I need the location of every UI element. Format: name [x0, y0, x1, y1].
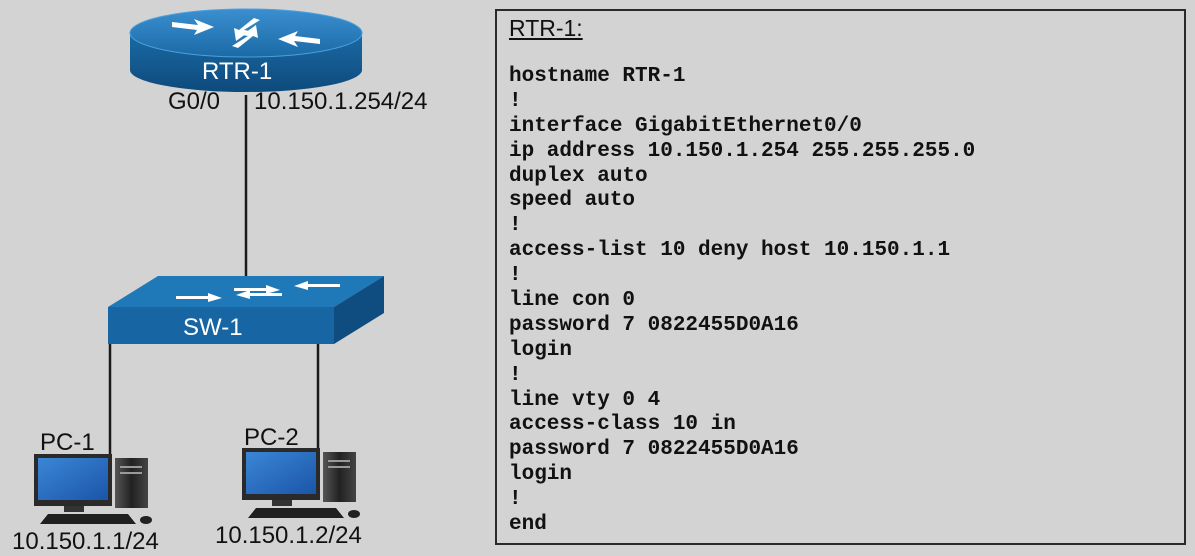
config-title: RTR-1:	[509, 15, 583, 41]
config-line: login	[509, 338, 573, 362]
config-line: access-list 10 deny host 10.150.1.1	[509, 239, 951, 263]
config-line: end	[509, 513, 547, 537]
config-line: login	[509, 463, 573, 487]
switch-name-label: SW-1	[183, 314, 243, 341]
router-ip-label: 10.150.1.254/24	[254, 88, 428, 115]
config-line: line vty 0 4	[509, 388, 661, 412]
config-line: duplex auto	[509, 164, 648, 188]
pc2-icon	[242, 448, 360, 518]
config-line: !	[509, 89, 522, 113]
config-panel: RTR-1: hostname RTR-1 ! interface Gigabi…	[495, 9, 1186, 545]
config-line: password 7 0822455D0A16	[509, 313, 799, 337]
config-line: !	[509, 264, 522, 288]
pc2-ip-label: 10.150.1.2/24	[215, 522, 362, 549]
links	[108, 95, 320, 455]
config-line: !	[509, 214, 522, 238]
config-line: ip address 10.150.1.254 255.255.255.0	[509, 139, 976, 163]
router-interface-label: G0/0	[168, 88, 221, 115]
config-line: line con 0	[509, 289, 636, 313]
config-line: !	[509, 363, 522, 387]
config-line: interface GigabitEthernet0/0	[509, 114, 862, 138]
pc2-name-label: PC-2	[244, 424, 299, 451]
config-line: access-class 10 in	[509, 413, 736, 437]
pc1-name-label: PC-1	[40, 429, 95, 456]
switch-icon	[108, 276, 384, 344]
config-lines: hostname RTR-1 ! interface GigabitEthern…	[509, 65, 975, 538]
config-line: hostname RTR-1	[509, 65, 686, 88]
config-line: password 7 0822455D0A16	[509, 438, 799, 462]
config-line: !	[509, 488, 522, 512]
router-name-label: RTR-1	[202, 58, 273, 85]
config-line: speed auto	[509, 189, 636, 213]
pc1-icon	[34, 454, 152, 524]
